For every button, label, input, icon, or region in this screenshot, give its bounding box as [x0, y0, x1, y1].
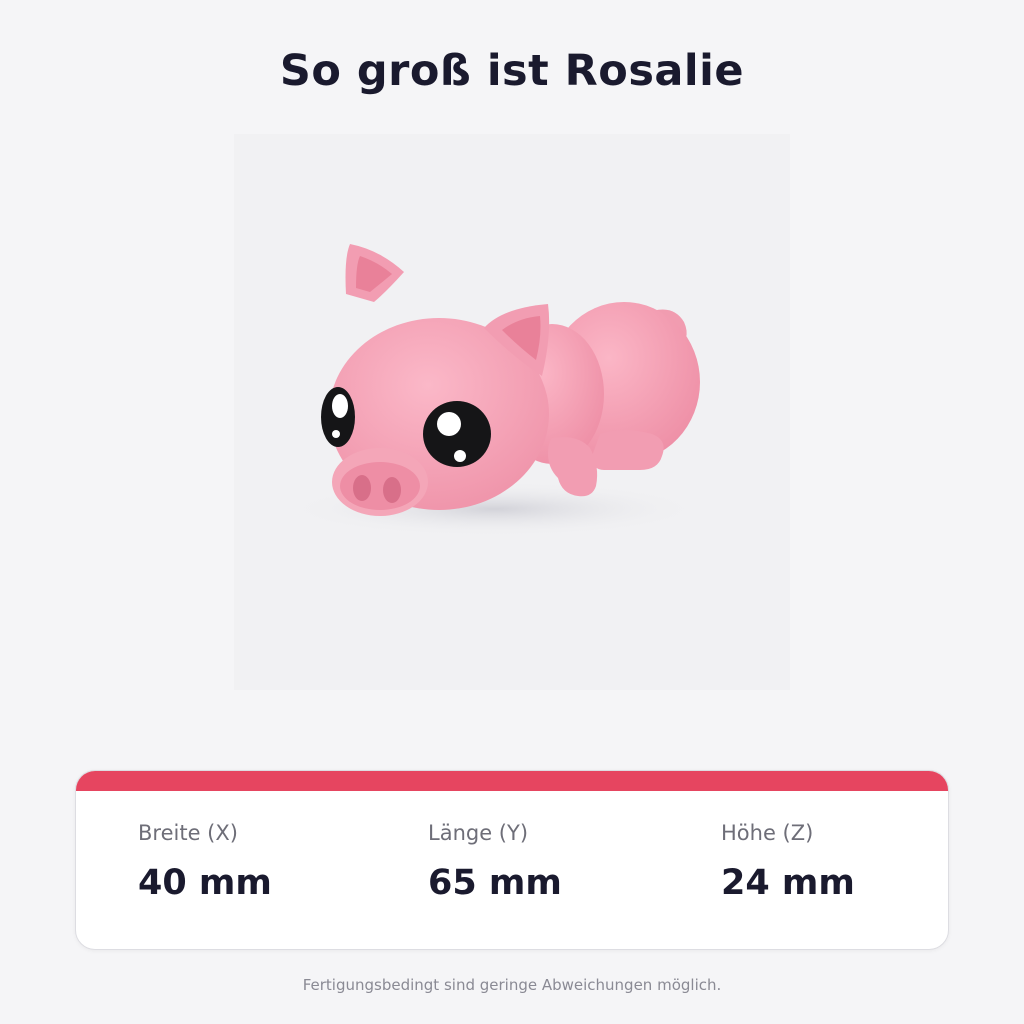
dimensions-card: Breite (X) 40 mm Länge (Y) 65 mm Höhe (Z… [75, 770, 949, 950]
dimension-label: Höhe (Z) [721, 821, 814, 845]
dimension-width: Breite (X) 40 mm [138, 821, 272, 903]
pig-figure-image [284, 244, 704, 537]
dimension-value: 40 mm [138, 863, 272, 903]
dimension-value: 24 mm [721, 863, 855, 903]
product-photo [234, 134, 790, 690]
dimension-label: Länge (Y) [428, 821, 529, 845]
dimension-value: 65 mm [428, 863, 562, 903]
dimension-length: Länge (Y) 65 mm [428, 821, 562, 903]
dimension-height: Höhe (Z) 24 mm [721, 821, 855, 903]
card-accent-bar [76, 771, 948, 791]
dimension-label: Breite (X) [138, 821, 238, 845]
page-title: So groß ist Rosalie [279, 46, 745, 96]
footnote: Fertigungsbedingt sind geringe Abweichun… [302, 976, 722, 994]
